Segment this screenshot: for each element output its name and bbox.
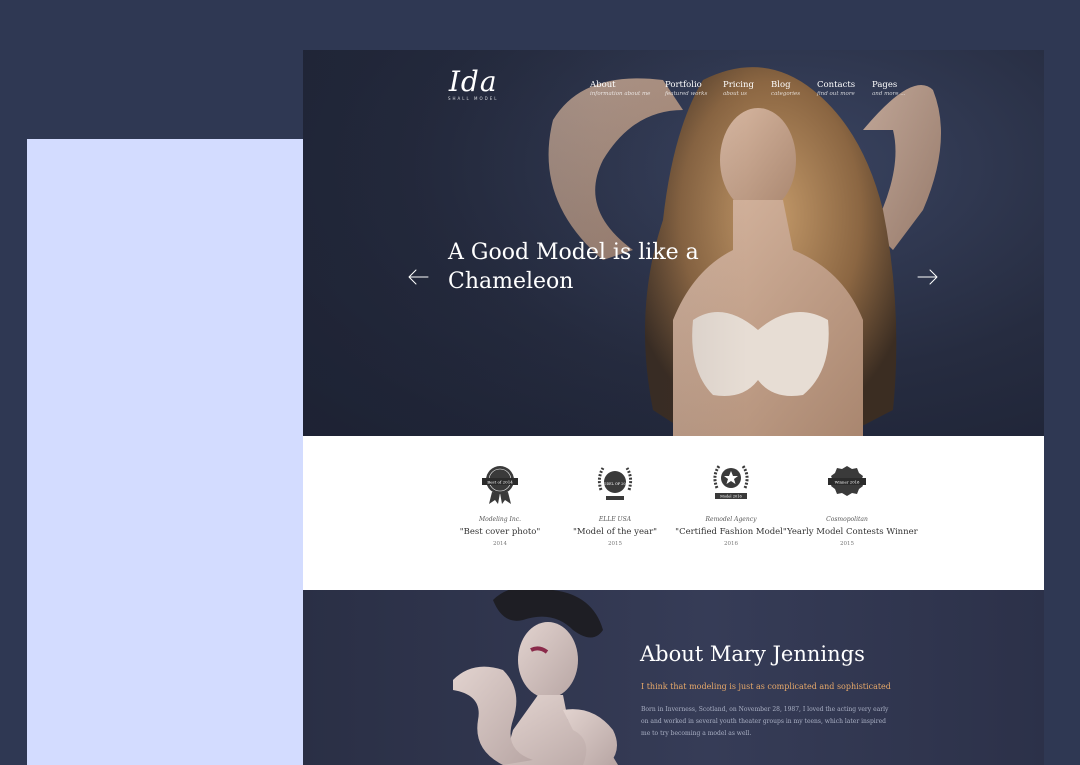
nav-sublabel: about us — [723, 91, 747, 97]
award-year: 2015 — [840, 541, 854, 547]
nav-sublabel: categories — [771, 91, 801, 97]
nav-label: About — [590, 80, 616, 90]
award-year: 2014 — [493, 541, 507, 547]
about-body: Born in Inverness, Scotland, on November… — [641, 706, 889, 737]
about-lead: I think that modeling is just as complic… — [641, 682, 891, 691]
award-item: Best of 2014 Modeling Inc. "Best cover p… — [440, 460, 560, 547]
main-nav: About information about me Portfolio fea… — [590, 79, 920, 109]
award-title: "Best cover photo" — [459, 527, 541, 537]
nav-item-portfolio[interactable]: Portfolio featured works — [665, 79, 707, 97]
about-title: About Mary Jennings — [640, 642, 865, 666]
award-badge-icon: Model 2016 — [713, 465, 749, 499]
nav-label: Pages — [872, 80, 898, 90]
award-item: Model 2016 Remodel Agency "Certified Fas… — [671, 460, 791, 547]
nav-label: Pricing — [723, 80, 754, 90]
nav-item-pages[interactable]: Pages and more ... — [872, 79, 906, 97]
award-badge-icon: Best of 2014 — [482, 466, 518, 504]
about-section: About Mary Jennings I think that modelin… — [303, 590, 1044, 765]
award-title: Yearly Model Contests Winner — [787, 527, 918, 537]
nav-item-contacts[interactable]: Contacts find out more — [817, 79, 855, 97]
award-year: 2015 — [608, 541, 622, 547]
logo-tagline: SHALL MODEL — [448, 96, 499, 101]
award-item: MODEL OF 2016 ELLE USA "Model of the yea… — [555, 460, 675, 547]
award-org: Cosmopolitan — [826, 516, 868, 523]
award-title: "Certified Fashion Model" — [675, 527, 787, 537]
nav-label: Contacts — [817, 80, 856, 90]
award-org: Remodel Agency — [705, 516, 757, 523]
nav-label: Blog — [771, 80, 791, 90]
awards-section: Best of 2014 Modeling Inc. "Best cover p… — [303, 436, 1044, 590]
award-badge-text: MODEL OF 2016 — [600, 482, 630, 486]
nav-sublabel: information about me — [590, 91, 651, 97]
award-year: 2016 — [724, 541, 738, 547]
nav-sublabel: and more ... — [872, 91, 906, 97]
award-badge-icon: Winner 2016 — [828, 466, 866, 496]
logo[interactable]: Ida SHALL MODEL — [448, 65, 499, 102]
nav-item-blog[interactable]: Blog categories — [771, 79, 800, 97]
nav-item-pricing[interactable]: Pricing about us — [723, 79, 754, 97]
award-title: "Model of the year" — [572, 527, 658, 537]
hero-title: A Good Model is like a Chameleon — [448, 240, 699, 294]
hero-section: Ida SHALL MODEL About information about … — [303, 50, 1044, 436]
arrow-left-icon — [408, 269, 429, 285]
award-org: Modeling Inc. — [478, 516, 522, 523]
arrow-right-icon — [917, 269, 938, 285]
side-panel — [27, 139, 303, 765]
award-badge-text: Winner 2016 — [835, 479, 860, 484]
nav-sublabel: featured works — [665, 91, 708, 97]
slider-prev-button[interactable] — [407, 267, 429, 287]
logo-mark: Ida — [448, 65, 498, 98]
award-org: ELLE USA — [598, 516, 632, 523]
website-preview: Ida SHALL MODEL About information about … — [303, 50, 1044, 765]
award-item: Winner 2016 Cosmopolitan Yearly Model Co… — [787, 460, 918, 547]
nav-item-about[interactable]: About information about me — [590, 79, 650, 97]
award-badge-icon: MODEL OF 2016 — [597, 467, 633, 500]
about-model-photo — [453, 590, 618, 765]
nav-sublabel: find out more — [817, 91, 855, 97]
award-badge-text: Model 2016 — [720, 495, 742, 499]
slider-next-button[interactable] — [917, 267, 939, 287]
nav-label: Portfolio — [665, 80, 702, 90]
award-badge-text: Best of 2014 — [487, 480, 513, 485]
